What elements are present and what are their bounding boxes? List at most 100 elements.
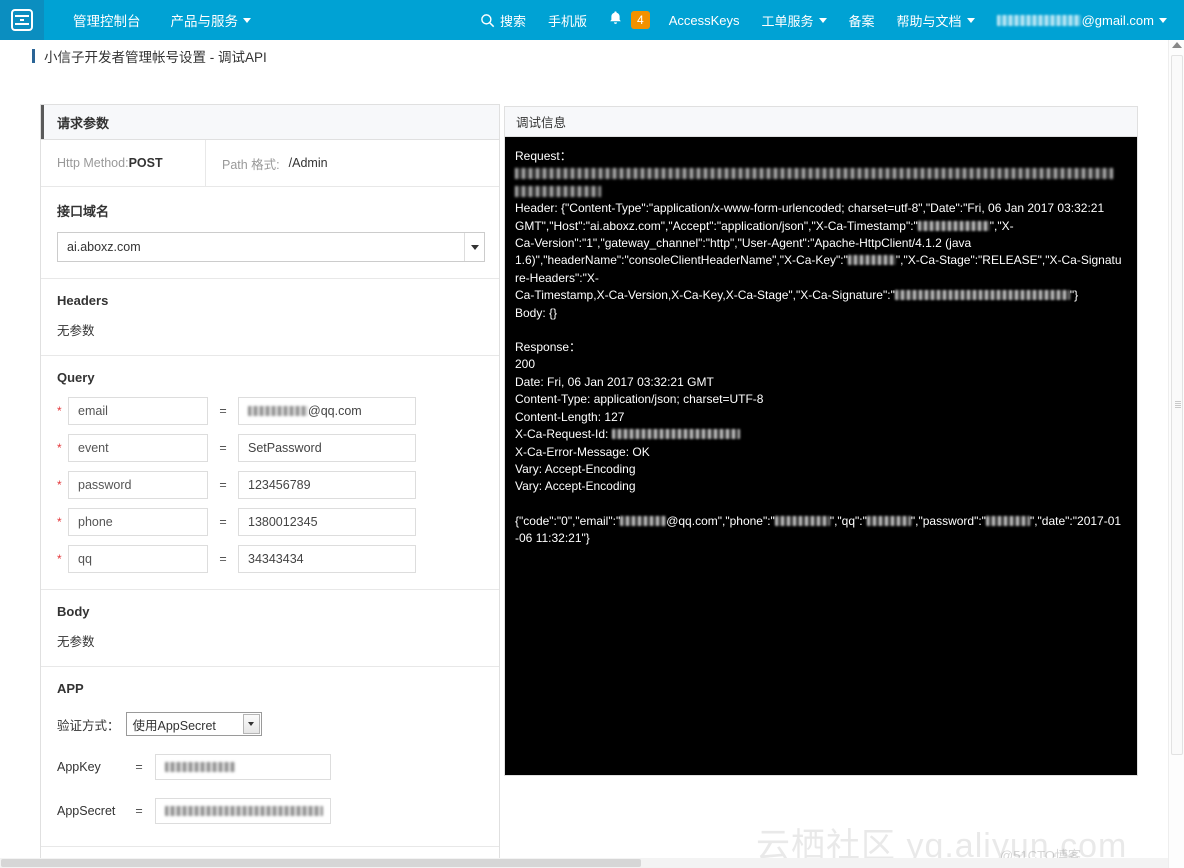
nav-item-accesskeys-label: AccessKeys [668,12,740,28]
appsecret-value-redacted [165,806,323,816]
request-url-redacted-wrap [515,185,601,197]
top-navigation-bar: 管理控制台 产品与服务 搜索 手机版 4 AccessKeys 工单服务 备案 … [0,0,1184,40]
query-key-input[interactable]: email [68,397,208,425]
domain-select[interactable]: ai.aboxz.com [57,232,485,262]
vertical-scrollbar-thumb[interactable] [1171,55,1183,755]
http-method-value: POST [128,156,163,170]
required-marker: * [57,515,62,529]
query-value-input[interactable]: 123456789 [238,471,416,499]
nav-item-accesskeys[interactable]: AccessKeys [658,0,751,40]
auth-select-arrow[interactable] [242,714,260,734]
request-header-line-5a: Ca-Timestamp,X-Ca-Version,X-Ca-Key,X-Ca-… [515,288,895,303]
appsecret-label: AppSecret [57,804,116,818]
nav-item-icp-filing[interactable]: 备案 [838,0,886,40]
query-key-input[interactable]: password [68,471,208,499]
debug-info-header: 调试信息 [505,107,1137,137]
request-header-line-2b: ","X- [989,218,1014,233]
notifications-button[interactable]: 4 [598,10,658,31]
appsecret-input[interactable] [155,798,331,824]
horizontal-scrollbar[interactable] [0,858,1168,868]
query-value-text: 123456789 [248,478,311,492]
request-header-line-5: Ca-Timestamp,X-Ca-Version,X-Ca-Key,X-Ca-… [515,287,1125,304]
account-menu[interactable]: @gmail.com [986,0,1178,40]
aliyun-logo-icon[interactable] [0,0,44,40]
vertical-scrollbar[interactable] [1168,40,1184,868]
method-path-row: Http Method: POST Path 格式: /Admin [41,140,499,187]
response-json-c: ","qq":" [829,513,867,528]
response-json-d: ","password":" [910,513,986,528]
query-value-input[interactable]: @qq.com [238,397,416,425]
request-header-line-2: GMT","Host":"ai.aboxz.com","Accept":"app… [515,218,1125,235]
console-spacer [515,322,1125,339]
query-value-text: 34343434 [248,552,304,566]
search-button[interactable]: 搜索 [469,0,537,40]
body-empty-text: 无参数 [57,635,95,649]
response-request-id: X-Ca-Request-Id: [515,426,1125,443]
scroll-up-arrow-icon[interactable] [1172,42,1182,48]
console-spacer [515,496,1125,513]
nav-item-ticket-service[interactable]: 工单服务 [751,0,838,40]
debug-info-output: Request： Header: {"Content-Type":"applic… [505,137,1137,775]
response-status-code: 200 [515,357,536,372]
appkey-row: AppKey = [57,754,483,780]
x-ca-request-id-redacted [611,429,740,440]
http-method-cell: Http Method: POST [41,140,206,186]
nav-item-console[interactable]: 管理控制台 [58,0,156,40]
nav-item-ticket-service-label: 工单服务 [761,13,814,29]
request-header-line-1: Header: {"Content-Type":"application/x-w… [515,201,1105,216]
equals-sign: = [135,804,143,818]
chevron-down-icon [1159,17,1167,23]
query-key-input[interactable]: qq [68,545,208,573]
account-email-suffix: @gmail.com [1081,12,1154,28]
bell-icon [608,10,623,31]
nav-left-group: 管理控制台 产品与服务 [58,0,266,40]
query-value-input[interactable]: 1380012345 [238,508,416,536]
query-value-input[interactable]: SetPassword [238,434,416,462]
domain-section: 接口域名 ai.aboxz.com [41,187,499,279]
equals-sign: = [219,515,227,529]
query-key-value: email [78,404,108,418]
nav-item-mobile[interactable]: 手机版 [537,0,598,40]
auth-method-select[interactable]: 使用AppSecret [125,712,262,736]
nav-item-help-docs[interactable]: 帮助与文档 [886,0,986,40]
required-marker: * [57,478,62,492]
request-url-redacted [515,168,1113,180]
query-key-value: password [78,478,132,492]
response-request-id-label: X-Ca-Request-Id: [515,427,609,442]
appkey-input[interactable] [155,754,331,780]
body-title: Body [57,604,90,619]
chevron-down-icon [243,17,251,23]
query-key-value: phone [78,515,113,529]
domain-select-value: ai.aboxz.com [67,240,141,254]
chevron-down-icon [470,244,479,250]
query-value-input[interactable]: 34343434 [238,545,416,573]
search-label: 搜索 [499,13,526,29]
query-row: * email = @qq.com [57,397,483,425]
response-vary-1: Vary: Accept-Encoding [515,461,636,476]
phone-redacted [774,515,830,526]
chevron-down-icon [818,17,827,23]
appsecret-row: AppSecret = [57,798,483,824]
app-section: APP 验证方式： 使用AppSecret AppKey = AppSecret… [41,667,499,846]
nav-item-icp-filing-label: 备案 [848,13,875,29]
email-local-redacted [248,406,308,416]
query-key-input[interactable]: phone [68,508,208,536]
query-key-input[interactable]: event [68,434,208,462]
nav-item-console-label: 管理控制台 [73,14,141,29]
auth-method-value: 使用AppSecret [132,718,216,733]
body-section: Body 无参数 [41,590,499,667]
query-value-text: 1380012345 [248,515,318,529]
nav-item-products[interactable]: 产品与服务 [156,0,267,40]
request-header-line-5b: "} [1069,288,1079,303]
app-window: 管理控制台 产品与服务 搜索 手机版 4 AccessKeys 工单服务 备案 … [0,0,1184,868]
domain-select-arrow[interactable] [464,233,484,261]
request-header-line-4a: 1.6)","headerName":"consoleClientHeaderN… [515,253,848,268]
qq-redacted [866,515,911,526]
request-body-line: Body: {} [515,305,558,320]
query-title: Query [57,370,95,385]
request-header-line-2a: GMT","Host":"ai.aboxz.com","Accept":"app… [515,218,918,233]
path-value: /Admin [288,156,328,170]
request-header-line-4: 1.6)","headerName":"consoleClientHeaderN… [515,252,1125,287]
horizontal-scrollbar-thumb[interactable] [1,859,641,867]
email-redacted [620,515,667,526]
